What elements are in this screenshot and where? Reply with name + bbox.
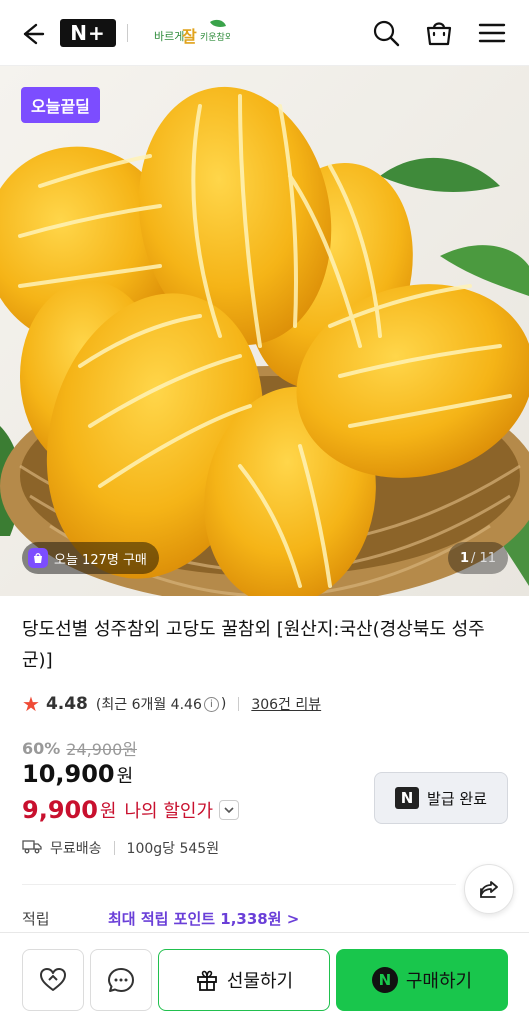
- coupon-issued-button[interactable]: N 발급 완료: [374, 772, 508, 824]
- image-page-indicator: 1 / 11: [448, 542, 508, 574]
- svg-text:키운참외: 키운참외: [200, 31, 230, 43]
- product-image[interactable]: 오늘끝딜 오늘 127명 구매 1 / 11: [0, 66, 529, 596]
- shipping-separator: [113, 841, 115, 855]
- gift-icon: [196, 970, 217, 991]
- back-arrow-icon[interactable]: [16, 18, 48, 50]
- svg-text:잘: 잘: [182, 27, 197, 46]
- store-logo[interactable]: 바르게 잘 키운참외: [150, 16, 233, 50]
- free-shipping-text: 무료배송: [50, 841, 102, 857]
- points-value[interactable]: 최대 적립 포인트 1,338원 >: [108, 908, 299, 929]
- star-icon: ★: [22, 692, 40, 716]
- review-count-link[interactable]: 306건 리뷰: [251, 694, 321, 714]
- buy-button-label: 구매하기: [405, 971, 473, 992]
- rating-value: 4.48: [45, 694, 88, 714]
- product-title: 당도선별 성주참외 고당도 꿀참외 [원산지:국산(경상북도 성주군)]: [22, 619, 485, 671]
- original-price: 24,900원: [66, 740, 138, 759]
- page-total: / 11: [470, 550, 497, 566]
- bottom-action-bar: 선물하기 N 구매하기: [0, 932, 529, 1024]
- search-icon[interactable]: [370, 17, 402, 49]
- shopping-bag-icon[interactable]: [423, 17, 455, 49]
- info-icon[interactable]: i: [203, 696, 219, 712]
- svg-text:바르게: 바르게: [154, 30, 184, 43]
- my-price-label: 나의 할인가: [124, 801, 214, 822]
- recent-rating: (최근 6개월 4.46: [95, 697, 202, 713]
- delivery-truck-icon: [22, 838, 42, 858]
- today-deal-badge: 오늘끝딜: [21, 87, 100, 123]
- buyers-today-chip: 오늘 127명 구매: [22, 542, 159, 574]
- recent-rating-close: ): [220, 696, 227, 712]
- header-divider: [127, 24, 128, 42]
- rating-row: ★ 4.48 (최근 6개월 4.46 i ) 306건 리뷰: [22, 692, 321, 716]
- my-discount-price[interactable]: 9,900 원 나의 할인가: [22, 796, 240, 824]
- buy-button[interactable]: N 구매하기: [336, 949, 508, 1011]
- chevron-down-icon[interactable]: [219, 800, 240, 820]
- gift-button-label: 선물하기: [226, 971, 294, 992]
- shopping-bag-small-icon: [28, 548, 48, 568]
- unit-price-text: 100g당 545원: [126, 841, 220, 857]
- my-price-value: 9,900: [22, 796, 98, 824]
- section-divider: [22, 884, 456, 885]
- original-price-row: 60% 24,900원: [22, 736, 137, 760]
- sale-price: 10,900 원: [22, 760, 133, 788]
- rating-separator: [238, 697, 240, 711]
- coupon-button-label: 발급 완료: [427, 789, 487, 808]
- chat-button[interactable]: [90, 949, 152, 1011]
- hamburger-menu-icon[interactable]: [476, 17, 508, 49]
- buyers-today-text: 오늘 127명 구매: [54, 552, 147, 568]
- wishlist-button[interactable]: [22, 949, 84, 1011]
- heart-icon: [40, 968, 66, 991]
- naver-plus-logo[interactable]: N+: [60, 19, 116, 47]
- my-price-unit: 원: [99, 801, 117, 822]
- top-header: N+ 바르게 잘 키운참외: [0, 0, 529, 66]
- sale-price-value: 10,900: [22, 760, 115, 788]
- points-row[interactable]: 적립 최대 적립 포인트 1,338원 >: [22, 908, 299, 929]
- share-button[interactable]: [464, 864, 514, 914]
- naver-n-icon: N: [395, 787, 420, 809]
- page-current: 1: [459, 550, 469, 566]
- chat-bubble-icon: [108, 968, 134, 992]
- shipping-row: 무료배송 100g당 545원: [22, 838, 219, 858]
- share-icon: [480, 881, 498, 898]
- points-label: 적립: [22, 910, 50, 928]
- melon-photo: [0, 66, 529, 596]
- discount-rate: 60%: [22, 738, 61, 758]
- gift-button[interactable]: 선물하기: [158, 949, 330, 1011]
- naver-pay-icon: N: [371, 967, 398, 993]
- sale-price-unit: 원: [116, 766, 134, 787]
